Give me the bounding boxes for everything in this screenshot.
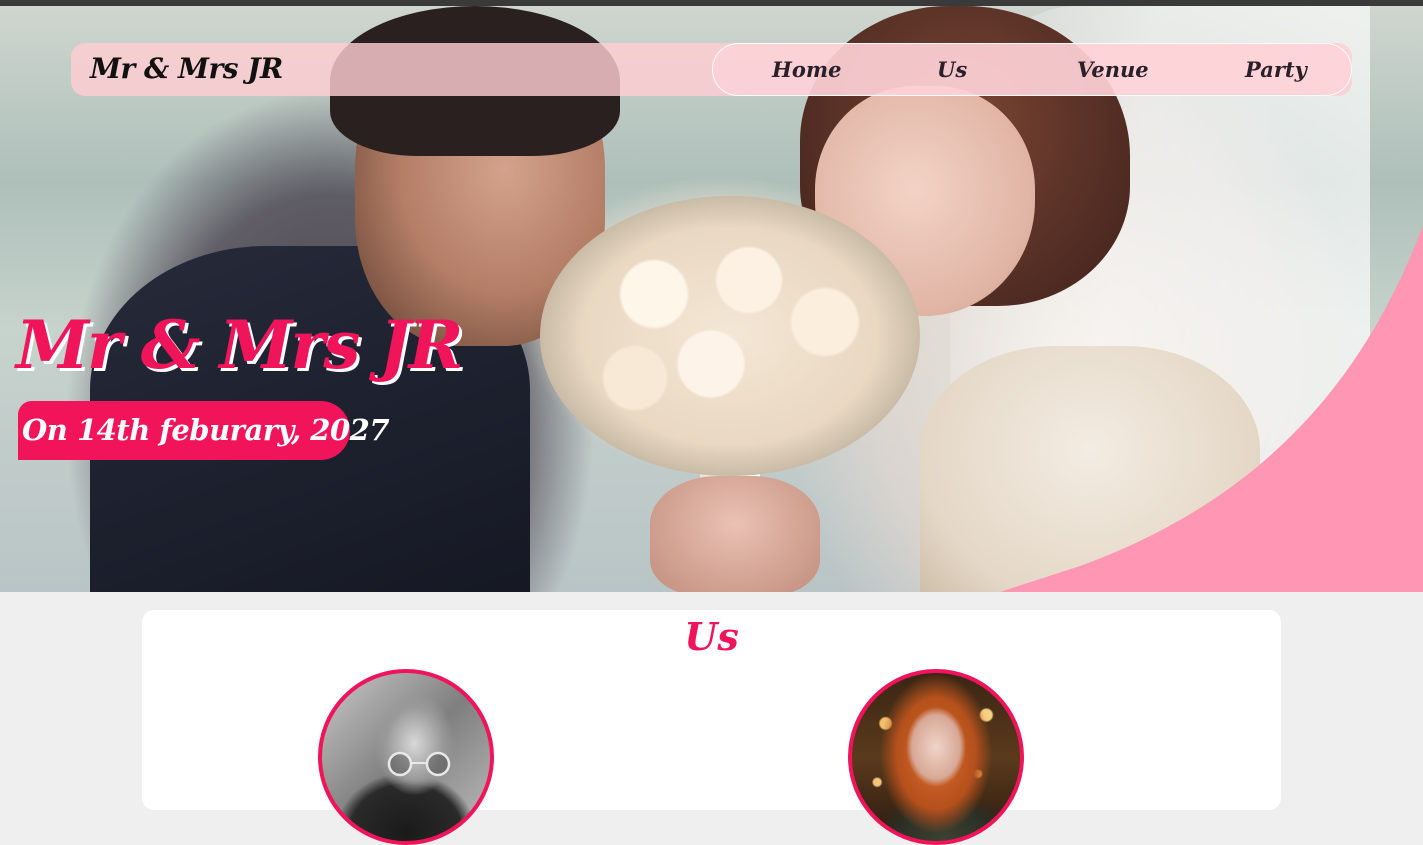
groom-avatar xyxy=(318,669,494,845)
nav-link-venue[interactable]: Venue xyxy=(1077,44,1149,95)
glasses-icon xyxy=(387,751,451,777)
bouquet xyxy=(540,196,920,476)
brand-logo[interactable]: Mr & Mrs JR xyxy=(90,48,283,90)
us-section-title: Us xyxy=(684,614,739,659)
hero-title: Mr & Mrs JR xyxy=(16,306,463,384)
hero-date-text: On 14th feburary, 2027 xyxy=(22,413,390,447)
nav-links: Home Us Venue Party xyxy=(712,43,1352,96)
nav-link-home[interactable]: Home xyxy=(772,44,841,95)
bride-dress xyxy=(920,346,1260,592)
hands xyxy=(650,476,820,592)
bride-avatar xyxy=(848,669,1024,845)
nav-link-party[interactable]: Party xyxy=(1245,44,1307,95)
nav-link-us[interactable]: Us xyxy=(937,44,967,95)
